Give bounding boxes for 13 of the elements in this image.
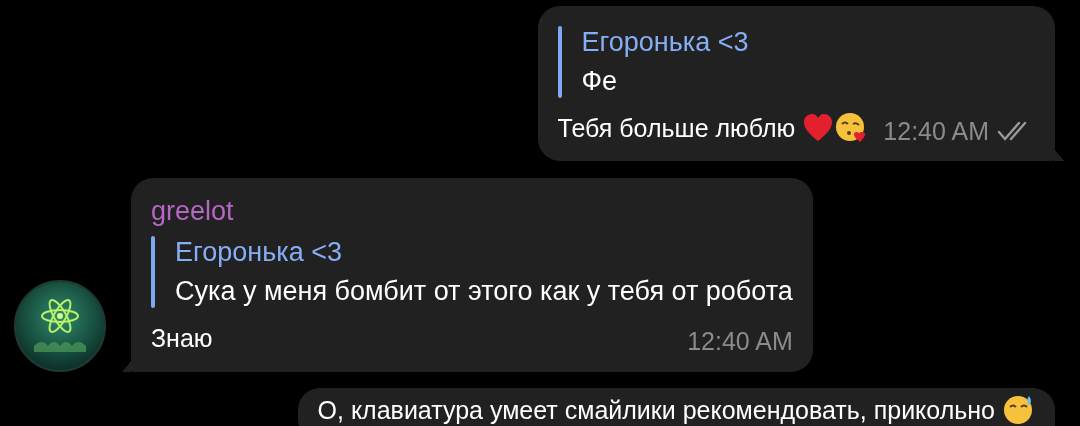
reply-author: Егоронька <3: [175, 236, 343, 268]
smiling-face-icon: [1003, 394, 1035, 426]
reply-author: Егоронька <3: [581, 26, 749, 58]
message-text: О, клавиатура умеет смайлики рекомендовать, прикольно: [317, 395, 995, 426]
message-text: Тебя больше люблю: [557, 113, 796, 144]
reply-text: Сука у меня бомбит от этого как у тебя от робота: [175, 275, 793, 308]
sender-name: greelot: [151, 195, 235, 228]
reply-text: Фе: [581, 65, 619, 98]
message-text: Знаю: [151, 323, 213, 354]
message-time: 12:40 AM: [883, 116, 989, 146]
kissing-face-icon: [835, 112, 868, 144]
message-time: 12:40 AM: [687, 326, 793, 356]
heart-icon: [803, 114, 834, 142]
